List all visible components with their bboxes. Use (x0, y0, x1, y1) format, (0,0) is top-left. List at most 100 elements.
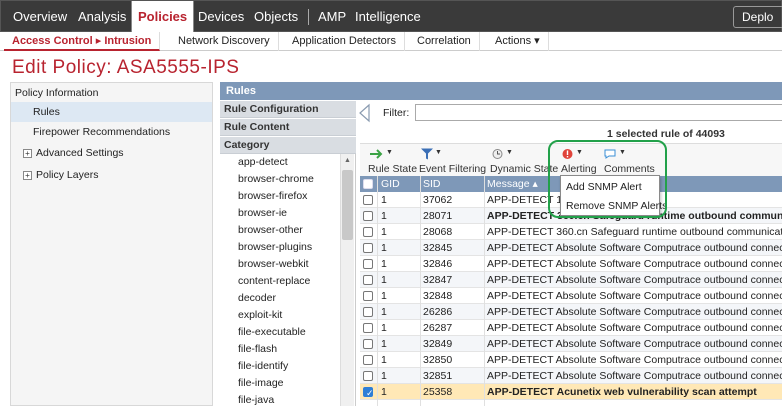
table-row[interactable]: 1 32846 APP-DETECT Absolute Software Compu… (360, 256, 782, 272)
category-item[interactable]: browser-plugins (238, 239, 312, 256)
row-checkbox[interactable] (363, 227, 373, 237)
nav-divider (308, 9, 309, 25)
nav-tab-amp[interactable]: AMP (312, 1, 352, 32)
cell-message: APP-DETECT Absolute Software Computrace … (487, 274, 782, 286)
column-header-sid[interactable]: SID (423, 176, 441, 192)
cell-message: APP-DETECT Absolute Software Computrace … (487, 370, 782, 382)
table-row[interactable]: ✓ 1 25358 APP-DETECT Acunetix web vulnerabi… (360, 384, 782, 400)
rule-state-button[interactable]: ▼ Rule State (362, 148, 417, 176)
scrollbar-thumb[interactable] (342, 170, 353, 240)
chevron-down-icon: ▼ (386, 149, 393, 156)
table-row[interactable]: 1 26287 APP-DETECT Absolute Software Compu… (360, 320, 782, 336)
category-item[interactable]: browser-other (238, 222, 303, 239)
filter-icon (421, 148, 433, 160)
alerting-button[interactable]: ▼ Alerting (558, 148, 600, 176)
category-item[interactable]: file-identify (238, 358, 288, 375)
cell-sid: 32845 (423, 242, 453, 254)
category-item[interactable]: file-flash (238, 341, 277, 358)
table-row[interactable]: 1 32851 APP-DETECT Absolute Software Compu… (360, 368, 782, 384)
policy-nav-rules[interactable]: Rules (11, 102, 212, 122)
deploy-button[interactable]: Deplo (733, 6, 782, 28)
rule-configuration-section[interactable]: Rule Configuration (220, 101, 356, 118)
comments-button[interactable]: ▼ Comments (600, 148, 656, 176)
policy-nav-firepower-recommendations[interactable]: Firepower Recommendations (11, 122, 212, 142)
row-checkbox[interactable] (363, 291, 373, 301)
row-checkbox[interactable] (363, 275, 373, 285)
category-item[interactable]: exploit-kit (238, 307, 282, 324)
cell-gid: 1 (381, 242, 387, 254)
dynamic-state-button[interactable]: ▼ Dynamic State (488, 148, 558, 176)
table-row[interactable]: 1 28068 APP-DETECT 360.cn Safeguard runtim… (360, 224, 782, 240)
table-row[interactable]: 1 32847 APP-DETECT Absolute Software Compu… (360, 272, 782, 288)
cell-gid: 1 (381, 210, 387, 222)
nav-tab-analysis[interactable]: Analysis (72, 1, 132, 32)
nav-tab-intelligence[interactable]: Intelligence (349, 1, 427, 32)
category-item[interactable]: content-replace (238, 273, 310, 290)
cell-message: APP-DETECT Absolute Software Computrace … (487, 354, 782, 366)
expand-icon[interactable]: + (23, 148, 32, 158)
table-row[interactable]: 1 32848 APP-DETECT Absolute Software Compu… (360, 288, 782, 304)
category-section[interactable]: Category (220, 137, 356, 154)
nav-tab-overview[interactable]: Overview (7, 1, 73, 32)
cell-gid: 1 (381, 290, 387, 302)
checkmark-icon: ✓ (366, 388, 374, 398)
policy-nav-advanced-settings[interactable]: + Advanced Settings (11, 143, 212, 163)
event-filtering-button[interactable]: ▼ Event Filtering (417, 148, 487, 176)
scroll-up-icon[interactable]: ▲ (344, 157, 351, 164)
table-row[interactable]: 1 32849 APP-DETECT Absolute Software Compu… (360, 336, 782, 352)
cell-message: APP-DETECT Absolute Software Computrace … (487, 338, 782, 350)
category-item[interactable]: file-image (238, 375, 284, 392)
collapse-left-icon[interactable] (357, 103, 373, 123)
cell-message: APP-DETECT Absolute Software Computrace … (487, 306, 782, 318)
column-header-message[interactable]: Message ▴ (487, 176, 538, 192)
policy-nav-policy-layers[interactable]: + Policy Layers (11, 165, 212, 185)
nav-tab-objects[interactable]: Objects (248, 1, 304, 32)
row-checkbox[interactable] (363, 323, 373, 333)
nav-tab-policies[interactable]: Policies (131, 1, 195, 32)
subnav-tab-network-discovery[interactable]: Network Discovery (170, 32, 279, 51)
category-item[interactable]: browser-chrome (238, 171, 314, 188)
table-row[interactable]: 1 32845 APP-DETECT Absolute Software Compu… (360, 240, 782, 256)
chevron-down-icon: ▼ (435, 149, 442, 156)
subnav-tab-application-detectors[interactable]: Application Detectors (284, 32, 405, 51)
row-checkbox[interactable] (363, 195, 373, 205)
filter-label: Filter: (383, 107, 410, 119)
rule-content-section[interactable]: Rule Content (220, 119, 356, 136)
category-item[interactable]: decoder (238, 290, 276, 307)
row-checkbox[interactable] (363, 211, 373, 221)
nav-tab-devices[interactable]: Devices (192, 1, 250, 32)
table-row[interactable]: 1 32850 APP-DETECT Absolute Software Compu… (360, 352, 782, 368)
cell-sid: 26287 (423, 322, 453, 334)
row-checkbox[interactable] (363, 259, 373, 269)
row-checkbox[interactable] (363, 243, 373, 253)
subnav-tab-correlation[interactable]: Correlation (409, 32, 480, 51)
menu-item-remove-snmp-alerts[interactable]: Remove SNMP Alerts (566, 197, 667, 215)
row-checkbox[interactable] (363, 371, 373, 381)
select-all-checkbox[interactable] (363, 179, 373, 189)
cell-sid: 28071 (423, 210, 453, 222)
row-checkbox[interactable] (363, 307, 373, 317)
category-item[interactable]: file-executable (238, 324, 306, 341)
subnav-tab-access-control-intrusion[interactable]: Access Control ▸ Intrusion (4, 32, 161, 51)
menu-item-add-snmp-alert[interactable]: Add SNMP Alert (566, 178, 642, 196)
toolbar-label: Event Filtering (419, 163, 487, 175)
subnav-actions-menu[interactable]: Actions ▾ (487, 32, 549, 51)
category-item[interactable]: browser-ie (238, 205, 287, 222)
category-scrollbar[interactable]: ▲ (340, 154, 354, 406)
arrow-right-icon (370, 149, 383, 159)
row-checkbox[interactable]: ✓ (363, 387, 374, 398)
category-item[interactable]: browser-firefox (238, 188, 307, 205)
row-checkbox[interactable] (363, 339, 373, 349)
policy-nav-policy-information[interactable]: Policy Information (11, 83, 212, 103)
cell-gid: 1 (381, 370, 387, 382)
column-header-gid[interactable]: GID (381, 176, 400, 192)
category-item[interactable]: file-java (238, 392, 274, 406)
row-checkbox[interactable] (363, 355, 373, 365)
category-item[interactable]: browser-webkit (238, 256, 309, 273)
filter-input[interactable] (415, 104, 782, 121)
table-row[interactable]: 1 26286 APP-DETECT Absolute Software Compu… (360, 304, 782, 320)
alerting-dropdown-menu: Add SNMP Alert Remove SNMP Alerts (560, 175, 667, 216)
expand-icon[interactable]: + (23, 170, 32, 180)
toolbar-label: Comments (604, 163, 655, 175)
category-item[interactable]: app-detect (238, 154, 288, 171)
